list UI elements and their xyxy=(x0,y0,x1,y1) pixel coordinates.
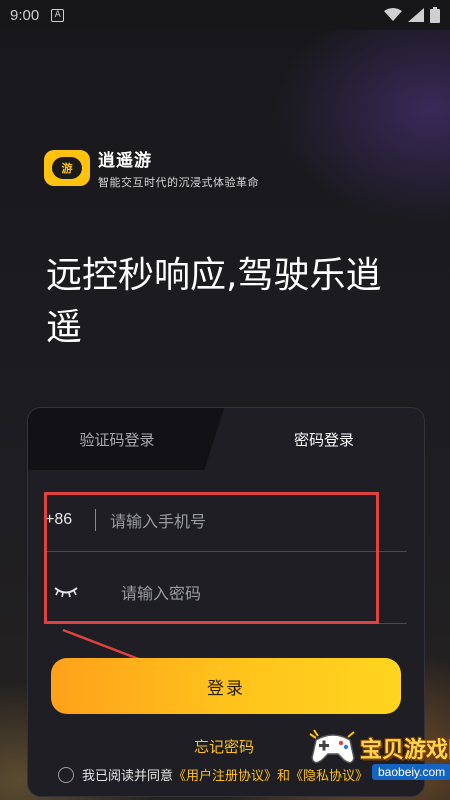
status-bar: 9:00 A xyxy=(0,0,450,30)
login-button[interactable]: 登录 xyxy=(51,658,401,714)
gamepad-icon xyxy=(309,729,355,764)
brand-slogan: 智能交互时代的沉浸式体验革命 xyxy=(98,176,259,189)
brand: 游 逍遥游 智能交互时代的沉浸式体验革命 xyxy=(44,146,259,190)
eye-closed-icon[interactable] xyxy=(45,585,95,599)
user-agreement-link[interactable]: 《用户注册协议》 xyxy=(173,765,277,784)
field-divider xyxy=(95,508,96,531)
phone-field[interactable]: +86 请输入手机号 xyxy=(45,488,407,552)
password-field[interactable]: 请输入密码 xyxy=(45,560,407,624)
agreement-checkbox[interactable] xyxy=(58,766,74,783)
signal-icon xyxy=(408,8,424,22)
watermark-text: 宝贝游戏网 xyxy=(360,738,450,763)
agreement-prefix: 我已阅读并同意 xyxy=(82,769,174,784)
tab-sms-login[interactable]: 验证码登录 xyxy=(28,408,224,470)
status-time: 9:00 xyxy=(10,6,40,24)
app-logo-icon: 游 xyxy=(44,150,90,186)
tab-password-login[interactable]: 密码登录 xyxy=(214,408,424,470)
phone-input[interactable]: 请输入手机号 xyxy=(110,508,206,532)
watermark-url: baobeiy.com xyxy=(372,764,450,780)
notification-icon: A xyxy=(51,8,65,22)
battery-icon xyxy=(430,7,440,23)
brand-name: 逍遥游 xyxy=(98,151,152,171)
password-input[interactable]: 请输入密码 xyxy=(121,580,201,604)
watermark: 宝贝游戏网 baobeiy.com xyxy=(300,722,450,800)
country-code-selector[interactable]: +86 xyxy=(45,511,93,529)
page-headline: 远控秒响应,驾驶乐逍遥 xyxy=(46,255,382,348)
forgot-password-link[interactable]: 忘记密码 xyxy=(194,736,254,757)
wifi-icon xyxy=(384,8,402,21)
logo-mark: 游 xyxy=(52,157,82,179)
login-tabs: 验证码登录 密码登录 xyxy=(28,408,424,470)
